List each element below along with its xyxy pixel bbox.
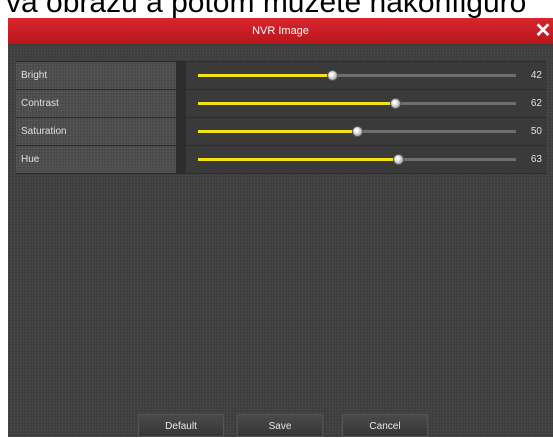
default-button[interactable]: Default: [138, 414, 224, 437]
row-divider: [176, 90, 186, 117]
contrast-slider[interactable]: [198, 98, 516, 109]
row-divider: [176, 62, 186, 89]
close-icon[interactable]: ✕: [533, 19, 553, 43]
slider-fill: [198, 102, 395, 105]
setting-row-bright: Bright 42: [16, 61, 546, 89]
dialog-title: NVR Image: [252, 25, 309, 37]
title-bar: NVR Image ✕: [8, 18, 553, 44]
slider-thumb-icon[interactable]: [393, 154, 404, 165]
setting-value: 50: [530, 126, 542, 137]
setting-label: Hue: [16, 146, 176, 173]
row-divider: [176, 146, 186, 173]
setting-control: 62: [186, 90, 546, 117]
slider-fill: [198, 74, 332, 77]
cancel-button[interactable]: Cancel: [342, 414, 428, 437]
dialog-footer: Default Save Cancel: [8, 411, 553, 437]
slider-fill: [198, 130, 357, 133]
save-button[interactable]: Save: [237, 414, 323, 437]
row-divider: [176, 118, 186, 145]
setting-row-saturation: Saturation 50: [16, 117, 546, 145]
setting-control: 63: [186, 146, 546, 173]
slider-thumb-icon[interactable]: [352, 126, 363, 137]
slider-fill: [198, 158, 398, 161]
setting-value: 62: [530, 98, 542, 109]
setting-label: Bright: [16, 62, 176, 89]
slider-thumb-icon[interactable]: [390, 98, 401, 109]
setting-label: Contrast: [16, 90, 176, 117]
setting-control: 42: [186, 62, 546, 89]
setting-value: 63: [530, 154, 542, 165]
slider-thumb-icon[interactable]: [327, 70, 338, 81]
setting-label: Saturation: [16, 118, 176, 145]
setting-row-contrast: Contrast 62: [16, 89, 546, 117]
image-settings-table: Bright 42 Contrast 62 Saturation 50 Hue …: [16, 61, 546, 174]
saturation-slider[interactable]: [198, 126, 516, 137]
setting-value: 42: [530, 70, 542, 81]
setting-control: 50: [186, 118, 546, 145]
nvr-image-dialog: NVR Image ✕ Bright 42 Contrast 62 Satura…: [8, 18, 553, 437]
page-caption: va obrazu a potom můžete nakonfiguro: [6, 0, 527, 18]
setting-row-hue: Hue 63: [16, 145, 546, 174]
hue-slider[interactable]: [198, 154, 516, 165]
bright-slider[interactable]: [198, 70, 516, 81]
